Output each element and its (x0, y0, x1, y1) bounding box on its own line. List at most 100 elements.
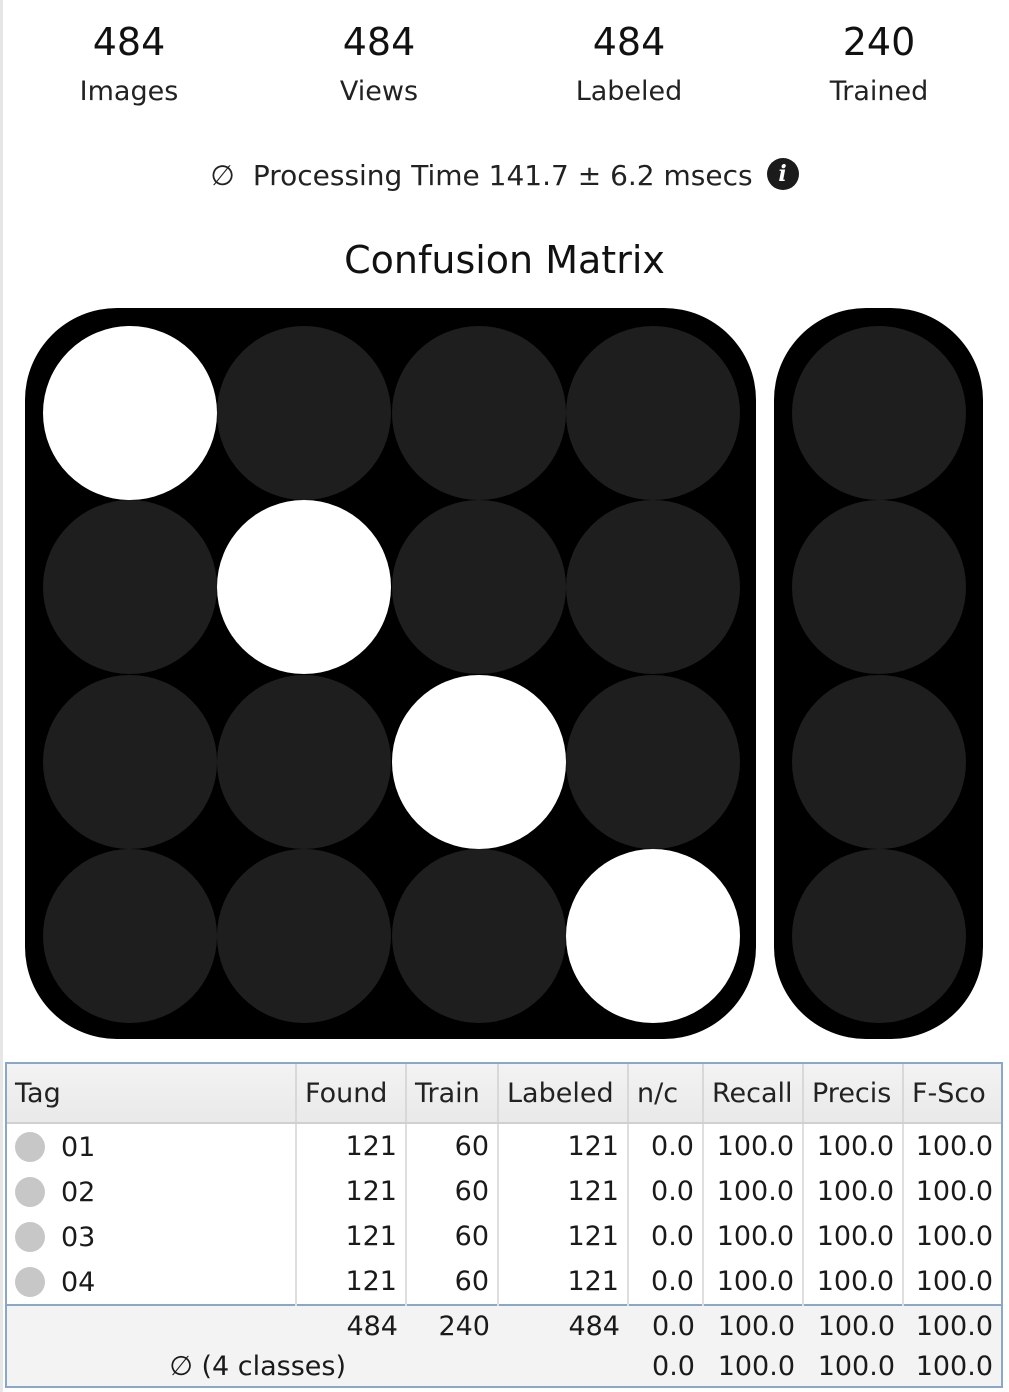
total-recall: 100.0 (703, 1304, 803, 1346)
cell-found: 121 (296, 1169, 407, 1214)
column-header-tag[interactable]: Tag (7, 1064, 297, 1124)
stat-views: 484 Views (254, 18, 504, 112)
cell-fscore: 100.0 (915, 1221, 993, 1252)
matrix-cell-r2-c2 (217, 500, 391, 674)
matrix-cell-r2-c3 (391, 500, 566, 674)
column-header-recall[interactable]: Recall (703, 1064, 804, 1124)
tag-color-dot (15, 1222, 45, 1252)
processing-time-text: Processing Time 141.7 ± 6.2 msecs (252, 159, 753, 192)
average-fscore: 100.0 (903, 1346, 1001, 1386)
cell-recall: 100.0 (703, 1214, 804, 1259)
column-header-train[interactable]: Train (406, 1064, 499, 1124)
average-label: ∅ (4 classes) (7, 1346, 628, 1386)
matrix-cell-r2-c4 (566, 500, 740, 674)
stat-value: 484 (92, 20, 166, 64)
matrix-cell-r4-c3 (391, 849, 566, 1023)
cell-nc: 0.0 (628, 1123, 704, 1169)
side-cell-r1 (791, 325, 966, 500)
cell-precision: 100.0 (803, 1169, 904, 1214)
matrix-cell-r4-c1 (42, 849, 217, 1023)
tag-label: 04 (61, 1266, 96, 1298)
table-row[interactable]: 01 121 60 121 0.0 100.0 100.0 100.0 (7, 1123, 1001, 1169)
confusion-matrix-title: Confusion Matrix (344, 238, 665, 282)
column-header-labeled[interactable]: Labeled (498, 1064, 629, 1124)
table-row[interactable]: 02 121 60 121 0.0 100.0 100.0 100.0 (7, 1169, 1001, 1214)
table-row[interactable]: 04 121 60 121 0.0 100.0 100.0 100.0 (7, 1259, 1001, 1305)
stat-value: 240 (842, 20, 916, 64)
cell-recall: 100.0 (703, 1123, 804, 1169)
cell-labeled: 121 (498, 1214, 629, 1259)
stat-images: 484 Images (4, 18, 254, 112)
stat-labeled: 484 Labeled (504, 18, 754, 112)
stat-label: Trained (829, 76, 929, 107)
cell-precision: 100.0 (803, 1259, 904, 1305)
cell-fscore: 100.0 (915, 1266, 993, 1297)
stat-value: 484 (342, 20, 416, 64)
total-found: 484 (296, 1304, 406, 1346)
stat-label: Images (79, 76, 179, 107)
column-header-precision[interactable]: Precis (803, 1064, 904, 1124)
cell-precision: 100.0 (803, 1123, 904, 1169)
cell-fscore: 100.0 (915, 1131, 993, 1162)
cell-labeled: 121 (498, 1123, 629, 1169)
processing-time: ∅ Processing Time 141.7 ± 6.2 msecs i (0, 158, 1009, 192)
stat-value: 484 (592, 20, 666, 64)
column-header-fscore[interactable]: F-Sco (903, 1064, 1001, 1124)
cell-train: 60 (406, 1169, 499, 1214)
total-nc: 0.0 (628, 1304, 703, 1346)
tag-color-dot (15, 1177, 45, 1207)
cell-recall: 100.0 (703, 1259, 804, 1305)
matrix-cell-r4-c2 (217, 849, 391, 1023)
stat-label: Views (339, 76, 419, 107)
cell-nc: 0.0 (628, 1259, 704, 1305)
cell-found: 121 (296, 1214, 407, 1259)
stat-label: Labeled (575, 76, 683, 107)
tag-color-dot (15, 1267, 45, 1297)
tag-label: 01 (61, 1131, 96, 1163)
matrix-cell-r1-c4 (566, 325, 740, 500)
cell-nc: 0.0 (628, 1169, 704, 1214)
total-train: 240 (406, 1304, 498, 1346)
total-precision: 100.0 (803, 1304, 903, 1346)
cell-found: 121 (296, 1259, 407, 1305)
cell-found: 121 (296, 1123, 407, 1169)
cell-recall: 100.0 (703, 1169, 804, 1214)
matrix-cell-r1-c2 (217, 325, 391, 500)
column-header-found[interactable]: Found (296, 1064, 407, 1124)
cell-fscore: 100.0 (915, 1176, 993, 1207)
average-precision: 100.0 (803, 1346, 903, 1386)
tag-label: 02 (61, 1176, 96, 1208)
table-row[interactable]: 03 121 60 121 0.0 100.0 100.0 100.0 (7, 1214, 1001, 1259)
tag-label: 03 (61, 1221, 96, 1253)
matrix-cell-r1-c1 (42, 325, 217, 500)
totals-row: 484 240 484 0.0 100.0 100.0 100.0 (7, 1304, 1001, 1346)
class-statistics-table: Tag Found Train Labeled n/c Recall Preci… (5, 1062, 1003, 1388)
matrix-cell-r2-c1 (42, 500, 217, 674)
side-cell-r2 (791, 500, 966, 674)
cell-labeled: 121 (498, 1259, 629, 1305)
column-header-nc[interactable]: n/c (628, 1064, 704, 1124)
average-nc: 0.0 (628, 1346, 703, 1386)
stat-trained: 240 Trained (754, 18, 1004, 112)
cell-precision: 100.0 (803, 1214, 904, 1259)
cell-train: 60 (406, 1259, 499, 1305)
cell-train: 60 (406, 1123, 499, 1169)
average-symbol: ∅ (210, 159, 235, 192)
left-border (0, 0, 3, 1392)
matrix-cell-r3-c1 (42, 674, 217, 849)
matrix-cell-r3-c4 (566, 674, 740, 849)
total-fscore: 100.0 (903, 1304, 1001, 1346)
cell-nc: 0.0 (628, 1214, 704, 1259)
cell-train: 60 (406, 1214, 499, 1259)
total-labeled: 484 (498, 1304, 628, 1346)
side-cell-r4 (791, 849, 966, 1023)
matrix-cell-r3-c3 (391, 674, 566, 849)
info-icon[interactable]: i (766, 158, 799, 190)
table-header: Tag Found Train Labeled n/c Recall Preci… (7, 1064, 1001, 1124)
average-row: ∅ (4 classes) 0.0 100.0 100.0 100.0 (7, 1346, 1001, 1386)
cell-labeled: 121 (498, 1169, 629, 1214)
side-cell-r3 (791, 674, 966, 849)
tag-color-dot (15, 1132, 45, 1162)
confusion-matrix (25, 308, 756, 1039)
confusion-matrix-side-column (774, 308, 983, 1039)
